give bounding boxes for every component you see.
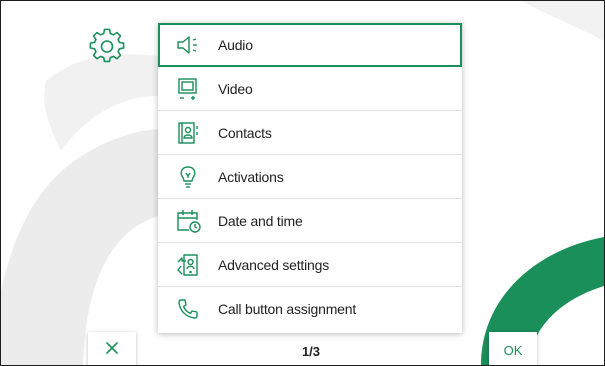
menu-item-activations[interactable]: Activations [158, 155, 462, 199]
speaker-icon [173, 30, 203, 60]
menu-item-label: Advanced settings [218, 256, 330, 273]
ok-button[interactable]: OK [489, 332, 537, 365]
contacts-book-icon [173, 118, 203, 148]
menu-item-advanced-settings[interactable]: Advanced settings [158, 243, 462, 287]
menu-item-label: Contacts [218, 124, 272, 141]
menu-item-video[interactable]: Video [158, 67, 462, 111]
calendar-clock-icon [173, 206, 203, 236]
menu-item-audio[interactable]: Audio [158, 23, 462, 67]
menu-item-contacts[interactable]: Contacts [158, 111, 462, 155]
lightbulb-icon [173, 162, 203, 192]
settings-screen: Audio Video Contacts Activations Date an… [0, 0, 605, 366]
menu-item-label: Date and time [218, 212, 303, 229]
close-icon [105, 341, 119, 360]
menu-item-call-button-assignment[interactable]: Call button assignment [158, 287, 462, 331]
menu-item-label: Audio [218, 36, 253, 53]
page-indicator: 1/3 [301, 344, 321, 359]
close-button[interactable] [88, 332, 136, 365]
settings-menu: Audio Video Contacts Activations Date an… [158, 23, 462, 333]
ok-button-label: OK [503, 342, 523, 358]
phone-icon [173, 294, 203, 324]
monitor-icon [173, 74, 203, 104]
advanced-settings-icon [173, 250, 203, 280]
menu-item-label: Call button assignment [218, 301, 357, 317]
gear-icon [89, 28, 125, 64]
menu-item-date-time[interactable]: Date and time [158, 199, 462, 243]
menu-item-label: Video [218, 80, 253, 97]
menu-item-label: Activations [218, 168, 284, 185]
